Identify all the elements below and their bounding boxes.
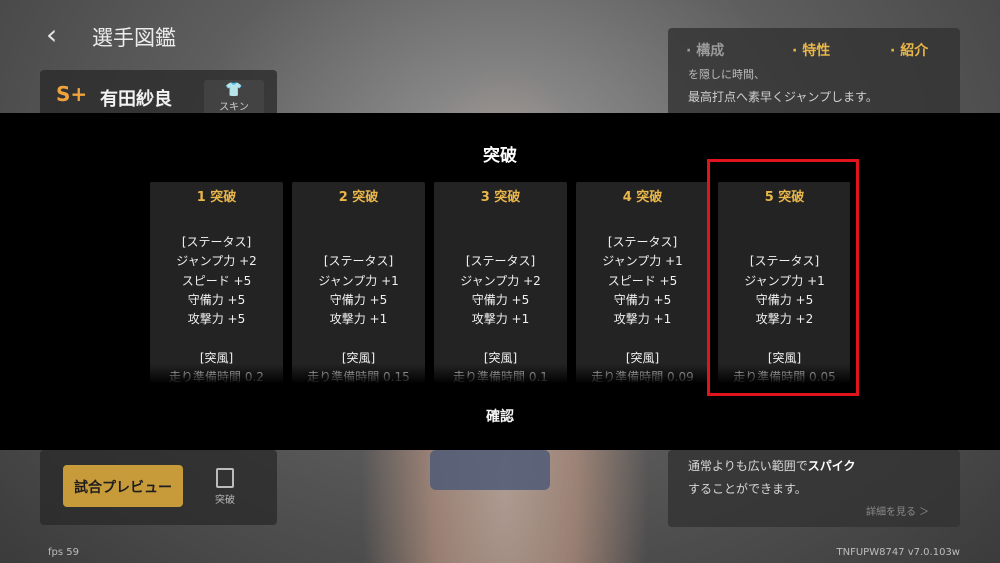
document-icon <box>216 468 234 488</box>
break-card-3: 3 突破[ステータス]ジャンプ力 +2守備力 +5攻撃力 +1[突風]走り準備時… <box>434 182 567 383</box>
break-card-line: 守備力 +5 <box>613 292 672 307</box>
break-label: 突破 <box>215 495 235 506</box>
break-card-body: [ステータス]ジャンプ力 +1スピード +5守備力 +5攻撃力 +1[突風]走り… <box>576 233 709 383</box>
break-card-title: 4 突破 <box>622 190 663 205</box>
break-card-line: 攻撃力 +5 <box>187 312 246 327</box>
trait-text: 最高打点へ素早くジャンプします。 <box>688 90 878 104</box>
break-card-body: [ステータス]ジャンプ力 +2スピード +5守備力 +5攻撃力 +5[突風]走り… <box>150 233 283 383</box>
break-card-line: [ステータス] <box>607 235 678 249</box>
break-card-line: スピード +5 <box>607 273 678 288</box>
page-title: 選手図鑑 <box>92 26 176 50</box>
shirt-icon: 👕 <box>225 82 243 98</box>
break-card-line: 攻撃力 +1 <box>329 312 388 327</box>
break-card-4: 4 突破 [ステータス] ジャンプ力 +1 スピード +5 守備力 +5 攻撃力 +1 [突… <box>576 182 709 383</box>
skill-description-line2: することができます。 <box>688 482 807 496</box>
break-card-line: ジャンプ力 +1 <box>602 254 683 269</box>
break-card-line: [ステータス] <box>323 254 394 269</box>
rank-badge: S+ <box>56 82 88 106</box>
break-card-line <box>434 329 567 348</box>
break-card-line: [ステータス] <box>465 254 536 269</box>
skin-label: スキン <box>219 102 249 113</box>
character-name: 有田紗良 <box>100 89 172 110</box>
break-card-line <box>576 329 709 348</box>
break-card-line: ジャンプ力 +1 <box>318 273 399 288</box>
confirm-button[interactable]: 確認 <box>0 406 1000 426</box>
break-card-title: 1 突破 <box>196 190 237 205</box>
break-card-line: 攻撃力 +1 <box>471 312 530 327</box>
tab-introduction[interactable]: · 紹介 <box>890 40 928 60</box>
character-shorts <box>430 450 550 490</box>
break-card-line <box>434 233 567 252</box>
break-card-title: 3 突破 <box>480 190 521 205</box>
trait-text-partial: を隠しに時間、 <box>688 68 765 81</box>
break-card-body: [ステータス]ジャンプ力 +2守備力 +5攻撃力 +1[突風]走り準備時間 0.… <box>434 233 567 383</box>
break-card-line: [ステータス] <box>181 235 252 249</box>
break-card-line: 守備力 +5 <box>471 292 530 307</box>
match-preview-button[interactable]: 試合プレビュー <box>63 465 183 507</box>
skin-button[interactable]: 👕 スキン <box>204 80 264 116</box>
version-label: TNFUPW8747 v7.0.103w <box>836 547 960 558</box>
highlight-box <box>707 159 859 396</box>
fps-counter: fps 59 <box>48 547 79 558</box>
break-card-line: ジャンプ力 +2 <box>460 273 541 288</box>
break-card-line: 攻撃力 +1 <box>613 312 672 327</box>
details-link[interactable]: 詳細を見る ＞ <box>866 503 929 518</box>
break-card-title: 2 突破 <box>338 190 379 205</box>
tab-traits[interactable]: · 特性 <box>792 40 830 60</box>
break-card-1: 1 突破 [ステータス] ジャンプ力 +2 スピード +5 守備力 +5 攻撃力 +5 [突… <box>150 182 283 383</box>
break-card-line: 守備力 +5 <box>329 292 388 307</box>
break-card-line: 守備力 +5 <box>187 292 246 307</box>
break-card-line <box>292 233 425 252</box>
break-button[interactable]: 突破 <box>205 468 245 506</box>
break-card-line: ジャンプ力 +2 <box>176 254 257 269</box>
break-card-line <box>150 329 283 348</box>
tab-composition[interactable]: · 構成 <box>686 40 724 60</box>
break-card-line: スピード +5 <box>181 273 252 288</box>
skill-description-line1: 通常よりも広い範囲でスパイク <box>688 459 856 473</box>
back-button[interactable]: ‹ <box>46 18 57 51</box>
break-card-2: 2 突破[ステータス]ジャンプ力 +1守備力 +5攻撃力 +1[突風]走り準備時… <box>292 182 425 383</box>
break-card-line <box>292 329 425 348</box>
break-card-body: [ステータス]ジャンプ力 +1守備力 +5攻撃力 +1[突風]走り準備時間 0.… <box>292 233 425 383</box>
